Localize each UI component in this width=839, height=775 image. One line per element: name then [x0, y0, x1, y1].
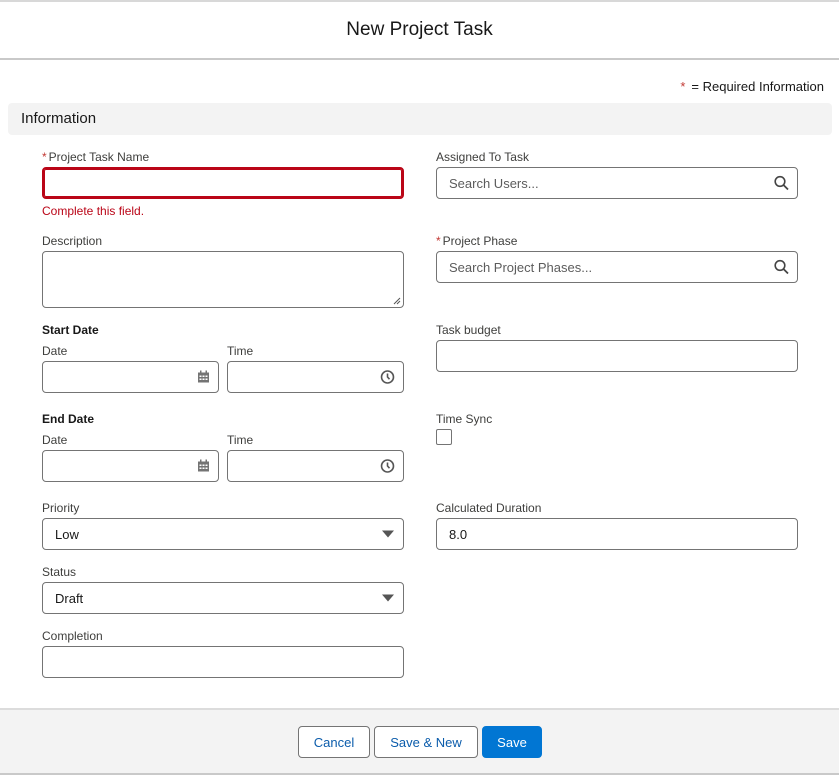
assigned-to-search-input[interactable]: Search Users... [436, 167, 798, 199]
calculated-duration-input[interactable]: 8.0 [436, 518, 798, 550]
completion-input[interactable] [42, 646, 404, 678]
task-budget-label: Task budget [436, 323, 501, 337]
end-time-input[interactable] [227, 450, 404, 482]
required-info-note: * = Required Information [680, 79, 824, 94]
search-icon [774, 259, 789, 275]
required-star: * [436, 234, 441, 248]
chevron-down-icon [382, 594, 394, 602]
task-name-error: Complete this field. [42, 204, 145, 218]
chevron-down-icon [382, 530, 394, 538]
start-date-label: Start Date [42, 323, 99, 337]
priority-select[interactable]: Low [42, 518, 404, 550]
task-budget-input[interactable] [436, 340, 798, 372]
time-sync-checkbox[interactable] [436, 429, 452, 445]
cancel-button[interactable]: Cancel [298, 726, 370, 758]
end-date-date-label: Date [42, 433, 68, 447]
status-value: Draft [55, 590, 84, 606]
task-name-input[interactable] [42, 167, 404, 199]
resize-handle-icon[interactable] [393, 297, 401, 305]
status-label: Status [42, 565, 77, 579]
calendar-icon[interactable] [197, 370, 210, 384]
search-icon [774, 175, 789, 191]
priority-value: Low [55, 526, 79, 542]
end-date-input[interactable] [42, 450, 219, 482]
description-label: Description [42, 234, 103, 248]
start-time-input[interactable] [227, 361, 404, 393]
section-header-information[interactable]: Information [8, 103, 832, 135]
description-textarea[interactable] [42, 251, 404, 308]
project-phase-label-text: Project Phase [442, 234, 518, 248]
status-select[interactable]: Draft [42, 582, 404, 614]
modal-title: New Project Task [346, 19, 493, 40]
assigned-to-label: Assigned To Task [436, 150, 529, 164]
clock-icon[interactable] [380, 459, 395, 474]
end-date-time-label: Time [227, 433, 254, 447]
project-phase-placeholder: Search Project Phases... [449, 259, 593, 275]
priority-label: Priority [42, 501, 80, 515]
clock-icon[interactable] [380, 370, 395, 385]
required-note-text: = Required Information [691, 79, 824, 94]
calculated-duration-label: Calculated Duration [436, 501, 542, 515]
project-phase-search-input[interactable]: Search Project Phases... [436, 251, 798, 283]
start-date-date-label: Date [42, 344, 68, 358]
assigned-to-placeholder: Search Users... [449, 175, 539, 191]
required-star: * [42, 150, 47, 164]
start-date-input[interactable] [42, 361, 219, 393]
completion-label: Completion [42, 629, 103, 643]
calendar-icon[interactable] [197, 459, 210, 473]
save-and-new-button[interactable]: Save & New [374, 726, 478, 758]
save-button[interactable]: Save [482, 726, 542, 758]
end-date-label: End Date [42, 412, 95, 426]
task-name-label-text: Project Task Name [48, 150, 150, 164]
time-sync-label: Time Sync [436, 412, 493, 426]
task-name-label: * Project Task Name [42, 150, 149, 164]
start-date-time-label: Time [227, 344, 254, 358]
required-star: * [680, 79, 686, 94]
project-phase-label: * Project Phase [436, 234, 517, 248]
